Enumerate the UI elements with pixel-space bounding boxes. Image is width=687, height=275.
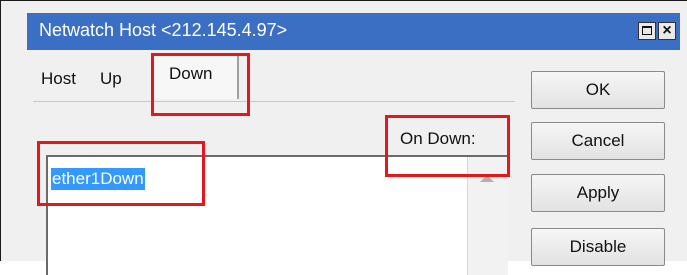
on-down-script-field[interactable]: ether1Down (46, 155, 508, 275)
tab-up[interactable]: Up (100, 63, 145, 96)
ok-button[interactable]: OK (531, 71, 665, 109)
tab-host[interactable]: Host (41, 63, 103, 96)
maximize-icon[interactable] (638, 22, 656, 40)
on-down-script-value: ether1Down (51, 168, 145, 190)
close-icon[interactable]: × (658, 22, 676, 40)
window-titlebar[interactable]: Netwatch Host <212.145.4.97> × (27, 13, 680, 50)
cancel-button[interactable]: Cancel (531, 122, 665, 160)
scroll-up-icon[interactable] (480, 175, 494, 182)
tab-panel-border (33, 101, 515, 102)
disable-button[interactable]: Disable (531, 228, 665, 266)
window-title: Netwatch Host <212.145.4.97> (39, 20, 288, 40)
on-down-label: On Down: (400, 129, 476, 148)
scrollbar[interactable] (467, 157, 508, 275)
apply-button[interactable]: Apply (531, 174, 665, 212)
netwatch-host-window: Netwatch Host <212.145.4.97> × Host Up D… (0, 0, 687, 275)
tab-down[interactable]: Down (153, 53, 239, 99)
